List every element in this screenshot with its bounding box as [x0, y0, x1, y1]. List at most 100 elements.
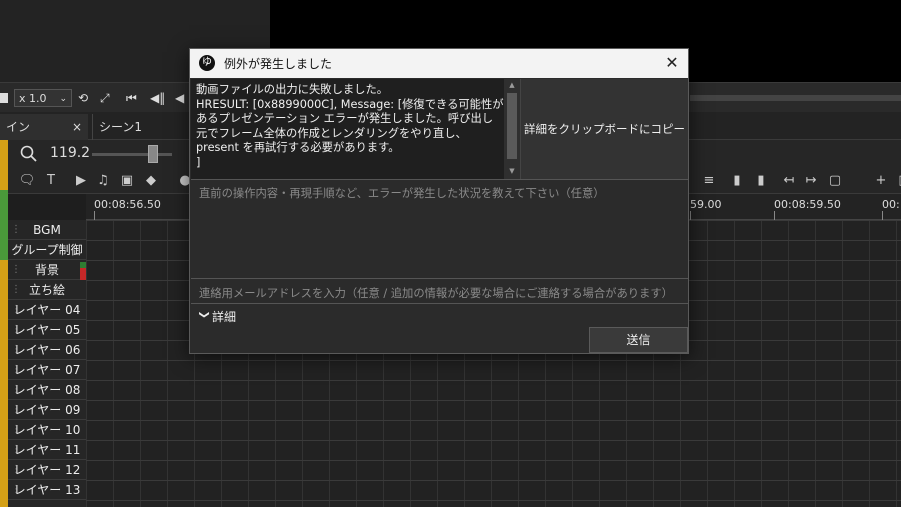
- layer-list: ⋮ BGM ⋮ グループ制御 ⋮ 背景 ⋮ 立ち絵 ⋮ レイヤー 04 ⋮ レイヤー 05 …: [8, 220, 86, 507]
- image-icon[interactable]: ▣: [118, 172, 136, 190]
- zoom-value: 119.2: [50, 145, 91, 161]
- details-toggle[interactable]: ❯ 詳細: [196, 308, 237, 326]
- scroll-up-icon[interactable]: ▲: [504, 79, 520, 91]
- tab-scene1-label: シーン1: [99, 120, 143, 134]
- ruler-tick: [882, 211, 883, 220]
- prev-frame-icon[interactable]: ◀: [175, 89, 184, 107]
- tab-main-label: イン: [6, 120, 31, 134]
- layer-name: レイヤー 04: [13, 303, 81, 317]
- resize-icon[interactable]: ⤢: [100, 89, 110, 107]
- delete-all-icon[interactable]: ▮: [752, 172, 770, 190]
- move-left-icon[interactable]: ↤: [780, 172, 798, 190]
- drag-handle-icon[interactable]: ⋮: [11, 480, 21, 500]
- layer-name: グループ制御: [11, 243, 83, 257]
- tab-close-icon[interactable]: ×: [72, 114, 82, 140]
- layer-row[interactable]: ⋮ レイヤー 10: [8, 420, 86, 440]
- layer-row[interactable]: ⋮ BGM: [8, 220, 86, 240]
- ruler-label: 00:08:56.50: [94, 198, 161, 211]
- tab-scene1[interactable]: シーン1: [92, 114, 192, 140]
- dialog-titlebar[interactable]: ゆ 例外が発生しました ✕: [190, 49, 688, 78]
- drag-handle-icon[interactable]: ⋮: [11, 240, 21, 260]
- skip-start-icon[interactable]: ⏮: [126, 89, 137, 107]
- drag-handle-icon[interactable]: ⋮: [11, 320, 21, 340]
- loop-icon[interactable]: ⟲: [78, 89, 88, 107]
- repro-steps-input[interactable]: 直前の操作内容・再現手順など、エラーが発生した状況を教えて下さい（任意）: [191, 179, 688, 279]
- layer-row[interactable]: ⋮ レイヤー 07: [8, 360, 86, 380]
- error-message-text: 動画ファイルの出力に失敗しました。 HRESULT: [0x8899000C],…: [196, 83, 504, 169]
- drag-handle-icon[interactable]: ⋮: [11, 260, 21, 280]
- scroll-down-icon[interactable]: ▼: [504, 165, 520, 177]
- layer-row[interactable]: ⋮ レイヤー 13: [8, 480, 86, 500]
- chevron-down-icon: ❯: [198, 310, 210, 319]
- align-icon[interactable]: ≡: [700, 172, 718, 190]
- seek-bar[interactable]: [690, 95, 901, 101]
- layer-name: レイヤー 08: [13, 383, 81, 397]
- ruler-tick: [94, 211, 95, 220]
- layer-name: レイヤー 12: [13, 463, 81, 477]
- layer-row[interactable]: ⋮ レイヤー 06: [8, 340, 86, 360]
- zoom-icon: [20, 145, 37, 162]
- music-icon[interactable]: ♫: [94, 172, 112, 190]
- delete-icon[interactable]: ▮: [728, 172, 746, 190]
- drag-handle-icon[interactable]: ⋮: [11, 340, 21, 360]
- drag-handle-icon[interactable]: ⋮: [11, 400, 21, 420]
- drag-handle-icon[interactable]: ⋮: [11, 280, 21, 300]
- layer-name: レイヤー 05: [13, 323, 81, 337]
- layer-name: 立ち絵: [28, 283, 65, 297]
- drag-handle-icon[interactable]: ⋮: [11, 300, 21, 320]
- ruler-tick: [690, 211, 691, 220]
- tab-main[interactable]: イン ×: [0, 114, 88, 140]
- layer-name: レイヤー 07: [13, 363, 81, 377]
- layer-row[interactable]: ⋮ レイヤー 09: [8, 400, 86, 420]
- layer-row[interactable]: ⋮ レイヤー 04: [8, 300, 86, 320]
- close-button[interactable]: ✕: [660, 52, 684, 74]
- zoom-slider[interactable]: [92, 153, 172, 156]
- comment-icon[interactable]: 🗨: [18, 172, 36, 190]
- drag-handle-icon[interactable]: ⋮: [11, 460, 21, 480]
- layer-name: レイヤー 13: [13, 483, 81, 497]
- drag-handle-icon[interactable]: ⋮: [11, 420, 21, 440]
- scene-color-stripe-green: [0, 190, 8, 260]
- export-icon[interactable]: ▯: [893, 172, 901, 190]
- ruler-label: 59.00: [690, 198, 722, 211]
- layer-name: 背景: [34, 263, 59, 277]
- scrollbar-thumb[interactable]: [507, 93, 517, 159]
- copy-to-clipboard-button[interactable]: 詳細をクリップボードにコピー: [520, 79, 688, 179]
- error-message-box[interactable]: 動画ファイルの出力に失敗しました。 HRESULT: [0x8899000C],…: [191, 79, 520, 179]
- zoom-slider-handle[interactable]: [148, 145, 158, 163]
- layer-name: レイヤー 09: [13, 403, 81, 417]
- video-icon[interactable]: ▶: [72, 172, 90, 190]
- ruler-label: 00:: [882, 198, 900, 211]
- move-right-icon[interactable]: ↦: [802, 172, 820, 190]
- drag-handle-icon[interactable]: ⋮: [11, 360, 21, 380]
- layer-row[interactable]: ⋮ レイヤー 11: [8, 440, 86, 460]
- send-button[interactable]: 送信: [589, 327, 688, 353]
- drag-handle-icon[interactable]: ⋮: [11, 220, 21, 240]
- layer-row[interactable]: ⋮ レイヤー 05: [8, 320, 86, 340]
- layer-row[interactable]: ⋮ 背景: [8, 260, 86, 280]
- step-back-icon[interactable]: ◀‖: [150, 89, 165, 107]
- playback-speed-value: x 1.0: [19, 92, 47, 105]
- layer-row[interactable]: ⋮ レイヤー 08: [8, 380, 86, 400]
- text-icon[interactable]: T: [42, 172, 60, 190]
- details-label: 詳細: [212, 310, 237, 324]
- drag-handle-icon[interactable]: ⋮: [11, 380, 21, 400]
- drag-handle-icon[interactable]: ⋮: [11, 440, 21, 460]
- app-icon: ゆ: [199, 55, 215, 71]
- layer-name: レイヤー 11: [13, 443, 81, 457]
- stop-icon[interactable]: [0, 93, 8, 103]
- exception-dialog: ゆ 例外が発生しました ✕ 動画ファイルの出力に失敗しました。 HRESULT:…: [189, 48, 689, 354]
- repro-steps-placeholder: 直前の操作内容・再現手順など、エラーが発生した状況を教えて下さい（任意）: [199, 187, 605, 200]
- layer-name: BGM: [33, 223, 61, 237]
- chevron-down-icon: ⌄: [59, 94, 67, 104]
- email-placeholder: 連絡用メールアドレスを入力（任意 / 追加の情報が必要な場合にご連絡する場合があ…: [199, 287, 673, 300]
- select-icon[interactable]: ▢: [826, 172, 844, 190]
- shapes-icon[interactable]: ◆: [142, 172, 160, 190]
- playback-speed-select[interactable]: x 1.0 ⌄: [14, 89, 72, 107]
- layer-row[interactable]: ⋮ 立ち絵: [8, 280, 86, 300]
- layer-row[interactable]: ⋮ レイヤー 12: [8, 460, 86, 480]
- add-file-icon[interactable]: +: [872, 172, 890, 190]
- layer-row[interactable]: ⋮ グループ制御: [8, 240, 86, 260]
- email-field[interactable]: 連絡用メールアドレスを入力（任意 / 追加の情報が必要な場合にご連絡する場合があ…: [191, 280, 688, 304]
- dialog-title: 例外が発生しました: [224, 57, 333, 71]
